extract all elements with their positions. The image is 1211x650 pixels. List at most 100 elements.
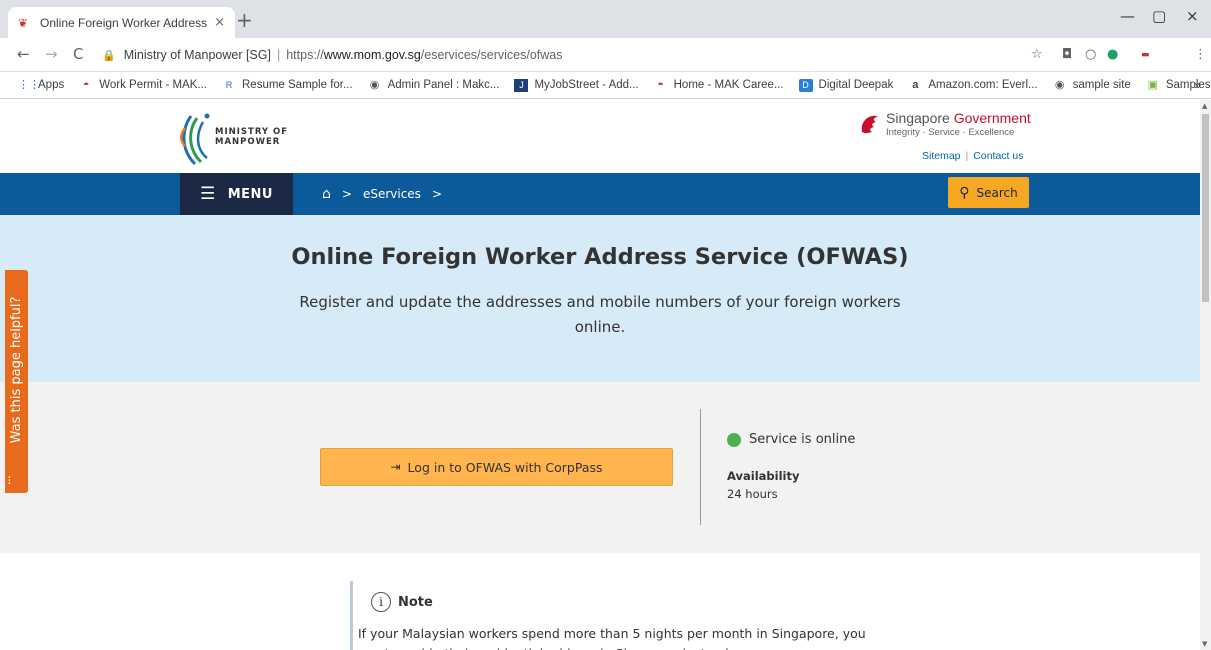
bookmarks-overflow-icon[interactable]: » [1194,78,1201,92]
online-status-icon [727,432,741,447]
breadcrumb-chevron-icon: > [341,187,352,201]
browser-toolbar: ← → C 🔒 Ministry of Manpower [SG] | http… [0,38,1211,72]
mom-logo[interactable]: MINISTRY OF MANPOWER [177,110,297,166]
utility-link-separator: | [965,150,969,162]
bookmark-star-icon[interactable]: ☆ [1031,48,1043,62]
tab-close-icon[interactable]: × [214,15,225,30]
site-identity: Ministry of Manpower [SG] [123,48,271,62]
logo-line2: MANPOWER [215,137,281,147]
new-tab-button[interactable]: + [236,10,253,30]
browser-tab[interactable]: ❦ Online Foreign Worker Address S × [8,7,235,38]
globe-icon: ◉ [1054,78,1065,91]
note-heading-row: i Note [371,592,433,612]
hero-banner: Online Foreign Worker Address Service (O… [0,215,1200,382]
home-icon[interactable]: ⌂ [322,186,331,202]
digital-deepak-icon: D [798,78,813,92]
bookmark-label: Samplesites [1165,79,1211,91]
login-button-label: Log in to OFWAS with CorpPass [407,459,603,475]
bookmark-amazon[interactable]: a Amazon.com: Everl... [908,79,1037,92]
scrollbar-thumb[interactable] [1202,114,1209,302]
browser-menu-icon[interactable]: ⋮ [1194,48,1207,62]
bookmarks-bar: ⋮⋮ Apps ◓ Work Permit - MAK... R Resume Sam… [0,72,1211,99]
bookmark-label: sample site [1072,79,1131,91]
main-navigation: ☰ MENU ⌂ > eServices > ⚲ Search [0,173,1200,215]
availability-label: Availability [727,469,800,483]
menu-label: MENU [227,186,273,202]
url-domain: www.mom.gov.sg [323,48,421,62]
mcafee-extension-icon[interactable]: ▬ [1141,48,1150,62]
divider [700,409,701,525]
scroll-up-icon[interactable]: ▲ [1202,102,1207,110]
utility-links: Sitemap | Contact us [922,150,1023,162]
bookmark-samplesites[interactable]: ▣ Samplesites [1146,79,1211,92]
bookmark-label: Home - MAK Caree... [673,79,784,91]
resume-icon: R [225,79,233,90]
bookmark-label: Resume Sample for... [242,79,353,91]
back-arrow-icon[interactable]: ← [17,46,30,62]
gov-tagline: Integrity · Service · Excellence [886,127,1015,138]
mom-logo-icon [180,113,210,166]
scroll-down-icon[interactable]: ▼ [1202,640,1207,648]
page-title: Online Foreign Worker Address Service (O… [291,244,909,270]
breadcrumb-eservices[interactable]: eServices [363,187,421,201]
bookmark-admin-panel[interactable]: ◉ Admin Panel : Makc... [368,79,500,92]
forward-arrow-icon[interactable]: → [45,46,58,62]
note-heading: Note [398,594,433,610]
page-scrollbar[interactable]: ▲ ▼ [1200,100,1211,650]
breadcrumb: ⌂ > eServices > [322,186,453,202]
tab-title: Online Foreign Worker Address S [40,15,209,30]
search-button[interactable]: ⚲ Search [948,177,1029,208]
breadcrumb-chevron-icon: > [431,187,442,201]
lion-head-icon [861,115,878,134]
bookmark-mak-career[interactable]: ◓ Home - MAK Caree... [654,78,784,92]
address-bar[interactable]: 🔒 Ministry of Manpower [SG] | https://ww… [102,42,1102,68]
search-icon: ⚲ [959,184,970,201]
feedback-tab[interactable]: Was this page helpful? ⫶ [5,270,28,493]
restore-button[interactable]: ▢ [1152,8,1166,24]
minimize-button[interactable]: — [1120,8,1135,24]
singapore-government-logo[interactable]: Singapore Government Integrity · Service… [858,110,1038,150]
bookmark-label: MyJobStreet - Add... [534,79,639,91]
corppass-login-button[interactable]: ⇥ Log in to OFWAS with CorpPass [320,448,673,486]
info-icon: i [371,592,391,612]
login-icon: ⇥ [390,460,401,474]
gov-title-part2: Government [953,110,1031,126]
availability-value: 24 hours [727,487,778,501]
note-callout: i Note If your Malaysian workers spend m… [350,581,870,650]
contact-us-link[interactable]: Contact us [973,150,1023,162]
bookmark-sample-site[interactable]: ◉ sample site [1053,79,1131,92]
mak-icon: ◓ [657,78,664,91]
opera-extension-icon[interactable]: ○ [1085,48,1096,62]
mak-icon: ◓ [82,78,90,91]
page-subtitle: Register and update the addresses and mo… [299,293,901,336]
bookmark-digital-deepak[interactable]: D Digital Deepak [798,78,894,92]
bookmark-work-permit[interactable]: ◓ Work Permit - MAK... [79,79,207,92]
url-separator: | [276,48,281,62]
bookmark-myjobstreet[interactable]: J MyJobStreet - Add... [514,78,639,92]
reload-icon[interactable]: C [73,46,83,62]
site-header: MINISTRY OF MANPOWER Singapore Government… [0,100,1200,173]
apps-grid-icon: ⋮⋮ [18,78,40,91]
bookmark-label: Digital Deepak [818,79,894,91]
mom-favicon-icon: ❦ [18,15,29,30]
hamburger-icon: ☰ [199,184,216,204]
amazon-icon: a [912,78,919,91]
url-scheme: https:// [286,48,324,62]
status-text: Service is online [749,432,856,447]
sitemap-link[interactable]: Sitemap [922,150,961,162]
logo-line1: MINISTRY OF [215,127,289,137]
bookmark-resume-sample[interactable]: R Resume Sample for... [222,79,353,92]
camera-extension-icon[interactable]: ◘ [1062,48,1072,62]
folder-icon: ▣ [1147,78,1159,91]
gov-title-part1: Singapore [886,110,954,126]
note-text: If your Malaysian workers spend more tha… [358,626,866,650]
service-status: Service is online [727,432,855,447]
lock-icon: 🔒 [102,49,116,62]
bookmark-apps[interactable]: ⋮⋮ Apps [18,79,64,92]
login-section: ⇥ Log in to OFWAS with CorpPass Service … [0,382,1200,553]
bookmark-label: Admin Panel : Makc... [387,79,500,91]
grammarly-extension-icon[interactable]: ● [1107,48,1118,62]
menu-button[interactable]: ☰ MENU [180,173,293,215]
window-close-button[interactable]: × [1186,8,1199,24]
bookmark-label: Work Permit - MAK... [99,79,207,91]
